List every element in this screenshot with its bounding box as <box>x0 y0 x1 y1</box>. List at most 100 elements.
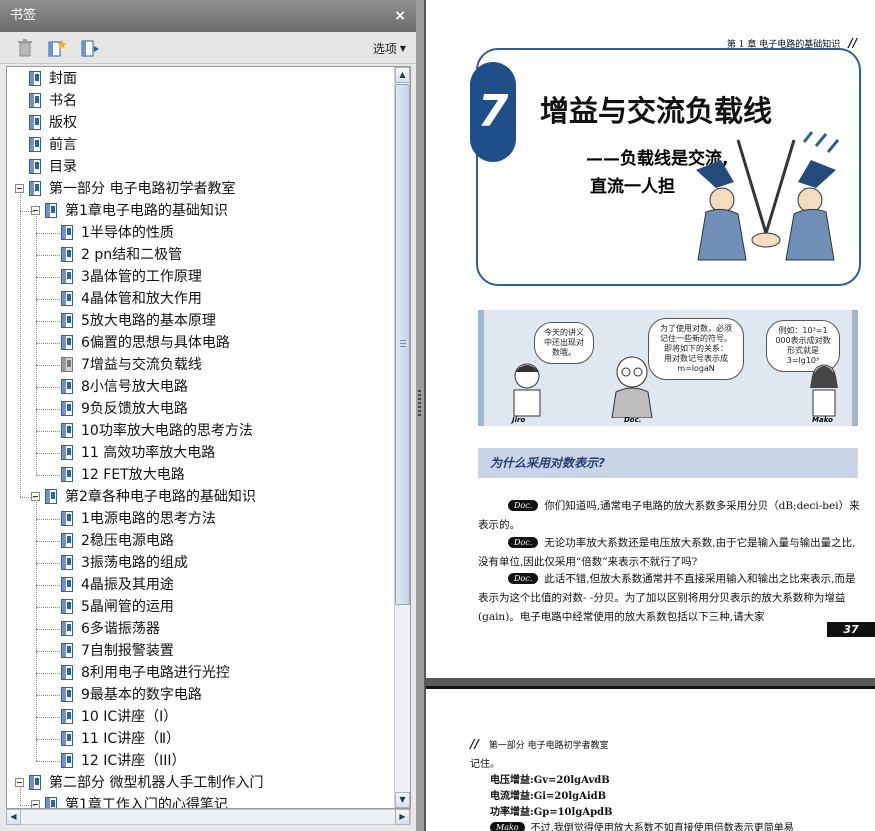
bookmark-icon <box>61 379 73 394</box>
close-icon[interactable]: × <box>394 0 406 32</box>
bookmark-label: 目录 <box>49 159 77 175</box>
bookmark-item[interactable]: 6多谐振荡器 <box>7 618 394 640</box>
bookmark-item[interactable]: 第1章工作入门的心得笔记 <box>7 794 394 808</box>
bookmark-item[interactable]: 3晶体管的工作原理 <box>7 266 394 288</box>
bookmark-item[interactable]: 6偏置的思想与具体电路 <box>7 332 394 354</box>
bookmark-item[interactable]: 9最基本的数字电路 <box>7 684 394 706</box>
delete-icon[interactable] <box>14 38 36 58</box>
bookmark-label: 封面 <box>49 71 77 87</box>
bookmark-label: 7自制报警装置 <box>81 643 174 659</box>
bookmark-label: 10 IC讲座（Ⅰ） <box>81 709 178 725</box>
bookmark-item[interactable]: 4晶振及其用途 <box>7 574 394 596</box>
chapter-title: 增益与交流负载线 <box>540 94 773 128</box>
bookmark-item[interactable]: 8小信号放大电路 <box>7 376 394 398</box>
bookmark-item[interactable]: 12 IC讲座（III） <box>7 750 394 772</box>
collapse-toggle-icon[interactable] <box>15 778 24 787</box>
bookmark-item[interactable]: 7自制报警装置 <box>7 640 394 662</box>
tree-connector <box>36 695 60 696</box>
bookmark-item[interactable]: 第1章电子电路的基础知识 <box>7 200 394 222</box>
bookmark-item[interactable]: 9负反馈放大电路 <box>7 398 394 420</box>
bookmark-item[interactable]: 10 IC讲座（Ⅰ） <box>7 706 394 728</box>
bookmark-item[interactable]: 5晶闸管的运用 <box>7 596 394 618</box>
tree-connector <box>36 453 60 454</box>
doctor-character-illustration <box>611 356 653 418</box>
bookmark-item[interactable]: 4晶体管和放大作用 <box>7 288 394 310</box>
splitter-grip-icon <box>418 390 421 416</box>
bookmark-tree: 封面书名 版权前言目录第一部分 电子电路初学者教室 第1章电子电路的基础知识 1半导体… <box>6 66 411 809</box>
tree-connector <box>36 299 60 300</box>
page-header-mark: // <box>848 36 857 50</box>
bookmark-item[interactable]: 书名 <box>7 90 394 112</box>
bookmark-label: 7增益与交流负载线 <box>81 357 202 373</box>
bubble-text: 用对数记号表示成 <box>664 354 728 363</box>
bookmark-item[interactable]: 目录 <box>7 156 394 178</box>
bookmark-item[interactable]: 版权 <box>7 112 394 134</box>
collapse-toggle-icon[interactable] <box>31 800 40 808</box>
bookmark-item[interactable]: 8利用电子电路进行光控 <box>7 662 394 684</box>
bookmark-icon <box>61 533 73 548</box>
scroll-right-icon[interactable]: ▶ <box>395 809 410 825</box>
bookmark-label: 6偏置的思想与具体电路 <box>81 335 230 351</box>
tree-connector <box>36 585 60 586</box>
bookmark-item[interactable]: 1半导体的性质 <box>7 222 394 244</box>
bookmark-item[interactable]: 10功率放大电路的思考方法 <box>7 420 394 442</box>
section-heading: 为什么采用对数表示? <box>490 456 605 470</box>
bookmark-icon <box>61 577 73 592</box>
bookmark-item[interactable]: 12 FET放大电路 <box>7 464 394 486</box>
bookmark-label: 前言 <box>49 137 77 153</box>
bookmark-label: 4晶体管和放大作用 <box>81 291 202 307</box>
tree-connector <box>36 607 60 608</box>
horizontal-scrollbar[interactable]: ◀ ▶ <box>6 809 411 825</box>
page-header: // 第一部分 电子电路初学者教室 <box>470 737 609 751</box>
formula-line: 功率增益:Gp=10lgApdB <box>490 807 613 818</box>
speaker-tag: Doc. <box>508 537 539 548</box>
expand-bookmark-icon[interactable] <box>80 38 102 58</box>
options-menu[interactable]: 选项 ▼ <box>373 40 406 57</box>
bookmark-icon <box>29 115 41 130</box>
bookmark-item[interactable]: 7增益与交流负载线 <box>7 354 394 376</box>
bookmark-item[interactable]: 11 高效功率放大电路 <box>7 442 394 464</box>
bookmark-icon <box>61 753 73 768</box>
bookmark-item[interactable]: 11 IC讲座（Ⅱ） <box>7 728 394 750</box>
scroll-down-icon[interactable]: ▼ <box>395 792 410 808</box>
bookmark-item[interactable]: 封面 <box>7 68 394 90</box>
chevron-down-icon: ▼ <box>399 44 406 53</box>
paragraph: Doc. 你们知道吗,通常电子电路的放大系数多采用分贝（dB;deci-bei）来… <box>478 497 862 535</box>
bookmark-label: 12 FET放大电路 <box>81 467 185 483</box>
grip-icon <box>400 340 406 348</box>
bookmark-item[interactable]: 3振荡电路的组成 <box>7 552 394 574</box>
character-name: Mako <box>812 416 833 424</box>
tree-connector <box>36 321 60 322</box>
tree-connector <box>20 788 21 805</box>
girl-character-illustration <box>810 364 838 417</box>
comic-strip: 今天的讲义中还出现对数哦。 为了使用对数，必须记住一些新的符号。即将如下的关系：… <box>478 310 858 426</box>
tree-connector <box>36 761 60 762</box>
tree-connector <box>36 541 60 542</box>
bookmark-item[interactable]: 第二部分 微型机器人手工制作入门 <box>7 772 394 794</box>
vertical-scrollbar[interactable]: ▲ ▼ <box>394 67 410 808</box>
section-heading-bar: 为什么采用对数表示? <box>478 448 858 478</box>
bookmark-icon <box>29 159 41 174</box>
bookmark-icon <box>61 225 73 240</box>
scroll-left-icon[interactable]: ◀ <box>6 809 21 825</box>
new-bookmark-icon[interactable] <box>46 38 68 58</box>
bookmark-item[interactable]: 第2章各种电子电路的基础知识 <box>7 486 394 508</box>
scroll-up-icon[interactable]: ▲ <box>395 67 410 83</box>
bubble-text: 为了使用对数，必须记住一些新的符号。即将如下的关系： <box>660 324 732 353</box>
tree-connector <box>36 387 60 388</box>
panel-splitter[interactable] <box>416 0 424 831</box>
bookmark-item[interactable]: 2稳压电源电路 <box>7 530 394 552</box>
bookmark-icon <box>45 489 57 504</box>
bookmark-item[interactable]: 5放大电路的基本原理 <box>7 310 394 332</box>
bookmark-item[interactable]: 2 pn结和二极管 <box>7 244 394 266</box>
collapse-toggle-icon[interactable] <box>15 184 24 193</box>
scrollbar-thumb[interactable] <box>395 84 410 605</box>
bookmark-item[interactable]: 前言 <box>7 134 394 156</box>
bookmark-tree-viewport: 封面书名 版权前言目录第一部分 电子电路初学者教室 第1章电子电路的基础知识 1半导体… <box>7 67 394 808</box>
speaker-tag: Doc. <box>508 500 539 511</box>
document-page-38: // 第一部分 电子电路初学者教室 记住。 电压增益:Gv=20lgAvdB 电流… <box>426 686 875 831</box>
bookmark-item[interactable]: 1电源电路的思考方法 <box>7 508 394 530</box>
bookmark-label: 8利用电子电路进行光控 <box>81 665 230 681</box>
bookmark-icon <box>61 357 73 372</box>
bookmark-item[interactable]: 第一部分 电子电路初学者教室 <box>7 178 394 200</box>
